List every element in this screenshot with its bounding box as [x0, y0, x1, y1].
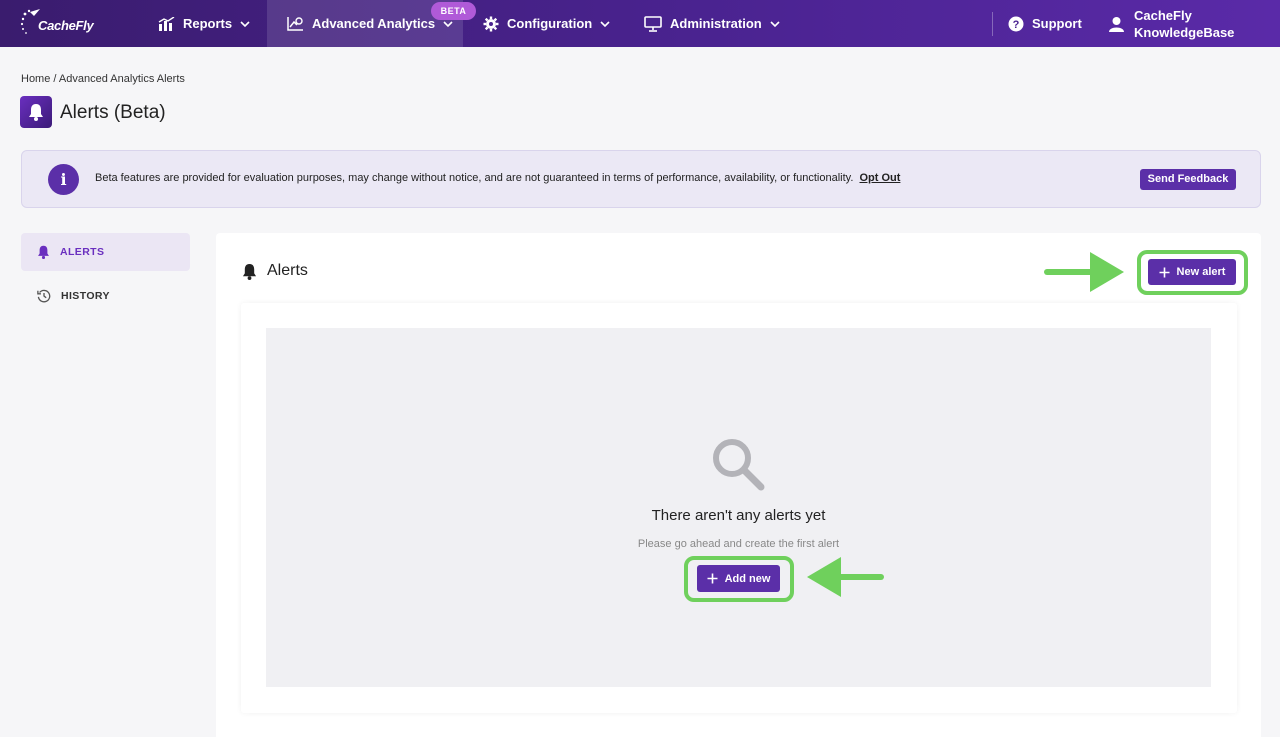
user-name: CacheFly KnowledgeBase — [1134, 7, 1234, 41]
new-alert-label: New alert — [1176, 266, 1226, 278]
bell-icon — [38, 245, 49, 259]
nav-advanced-analytics-label: Advanced Analytics — [312, 16, 436, 31]
banner-text: Beta features are provided for evaluatio… — [95, 172, 854, 184]
breadcrumb-current: Advanced Analytics Alerts — [58, 73, 185, 85]
page-bell-icon — [20, 96, 52, 128]
plus-icon — [1159, 267, 1170, 277]
chevron-down-icon — [240, 20, 250, 27]
nav-support[interactable]: ? Support — [1008, 0, 1082, 47]
add-new-label: Add new — [724, 572, 771, 585]
logo-text: CacheFly — [38, 18, 94, 33]
user-name-line2: KnowledgeBase — [1134, 24, 1235, 40]
nav-user-menu[interactable]: CacheFly KnowledgeBase — [1108, 0, 1234, 47]
nav-administration-label: Administration — [670, 16, 762, 31]
search-icon — [713, 439, 765, 491]
plus-icon — [707, 573, 718, 584]
arrow-left-annotation-icon — [807, 557, 884, 597]
history-icon — [37, 289, 51, 303]
monitor-icon — [644, 15, 662, 32]
nav-support-label: Support — [1032, 16, 1082, 31]
sidebar-item-label: HISTORY — [61, 290, 110, 302]
sidebar-item-history[interactable]: HISTORY — [21, 277, 190, 315]
sidebar-item-alerts[interactable]: ALERTS — [21, 233, 190, 271]
banner-message: Beta features are provided for evaluatio… — [95, 172, 900, 184]
user-icon — [1109, 16, 1124, 32]
analytics-icon — [287, 17, 303, 31]
nav-administration[interactable]: Administration — [644, 0, 780, 47]
breadcrumb: Home / Advanced Analytics Alerts — [21, 73, 185, 85]
alerts-panel-title: Alerts — [267, 262, 308, 279]
gear-icon — [483, 16, 499, 31]
page-title: Alerts (Beta) — [60, 102, 166, 123]
nav-configuration[interactable]: Configuration — [483, 0, 610, 47]
beta-badge: BETA — [431, 2, 476, 20]
breadcrumb-separator: / — [53, 73, 57, 85]
bell-icon — [242, 263, 257, 280]
top-nav: CacheFly Reports Advanced Analytics BETA… — [0, 0, 1280, 47]
nav-configuration-label: Configuration — [507, 16, 593, 31]
empty-state-title: There aren't any alerts yet — [651, 507, 826, 524]
chevron-down-icon — [443, 20, 453, 27]
info-icon: i — [48, 164, 79, 195]
alerts-panel-header: Alerts — [242, 262, 308, 280]
opt-out-link[interactable]: Opt Out — [859, 172, 900, 184]
arrow-right-annotation-icon — [1044, 252, 1124, 292]
nav-divider — [992, 12, 993, 36]
new-alert-button[interactable]: New alert — [1148, 259, 1236, 285]
breadcrumb-home[interactable]: Home — [21, 73, 50, 85]
beta-banner: i Beta features are provided for evaluat… — [21, 150, 1261, 208]
nav-reports-label: Reports — [183, 16, 233, 31]
nav-reports[interactable]: Reports — [158, 0, 250, 47]
chevron-down-icon — [600, 20, 610, 27]
empty-state-subtitle: Please go ahead and create the first ale… — [637, 538, 840, 550]
add-new-button[interactable]: Add new — [697, 565, 780, 592]
bell-icon — [29, 104, 43, 121]
help-circle-icon: ? — [1008, 16, 1024, 31]
user-name-line1: CacheFly — [1134, 7, 1192, 23]
sidebar-item-label: ALERTS — [60, 246, 105, 258]
cachefly-logo[interactable]: CacheFly — [20, 8, 94, 40]
chevron-down-icon — [770, 20, 780, 27]
bar-chart-icon — [158, 16, 175, 31]
send-feedback-button[interactable]: Send Feedback — [1140, 169, 1236, 190]
svg-text:?: ? — [1013, 19, 1020, 31]
